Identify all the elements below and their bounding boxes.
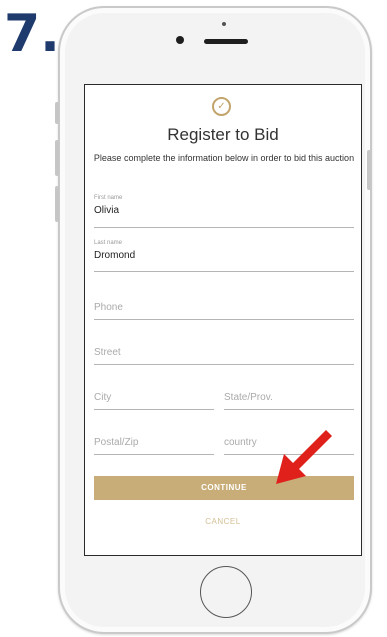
last-name-field[interactable]: Last name Dromond	[94, 240, 354, 272]
phone-field[interactable]: Phone	[94, 285, 354, 320]
postal-field[interactable]: Postal/Zip	[94, 420, 214, 455]
page-title: Register to Bid	[167, 125, 279, 144]
phone-speaker	[204, 39, 248, 44]
first-name-label: First name	[94, 195, 123, 201]
phone-volume-up	[55, 140, 59, 176]
check-circle-icon: ✓	[212, 97, 231, 116]
state-field[interactable]: State/Prov.	[224, 375, 354, 410]
street-placeholder: Street	[94, 347, 121, 358]
phone-camera	[176, 36, 184, 44]
city-placeholder: City	[94, 392, 112, 403]
first-name-value: Olivia	[94, 205, 120, 216]
phone-sensor	[222, 22, 226, 26]
home-button[interactable]	[200, 566, 252, 618]
step-number: 7.	[4, 4, 60, 64]
phone-side-button	[55, 102, 59, 124]
state-placeholder: State/Prov.	[224, 392, 273, 403]
last-name-value: Dromond	[94, 250, 136, 261]
postal-placeholder: Postal/Zip	[94, 437, 139, 448]
first-name-field[interactable]: First name Olivia	[94, 195, 354, 228]
city-field[interactable]: City	[94, 375, 214, 410]
phone-placeholder: Phone	[94, 302, 123, 313]
cancel-button[interactable]: CANCEL	[85, 517, 361, 526]
last-name-label: Last name	[94, 240, 123, 246]
red-arrow-icon	[276, 430, 332, 484]
phone-power-button	[367, 150, 371, 190]
phone-volume-down	[55, 186, 59, 222]
page-subtitle: Please complete the information below in…	[93, 153, 355, 163]
country-placeholder: country	[224, 437, 257, 448]
street-field[interactable]: Street	[94, 330, 354, 365]
